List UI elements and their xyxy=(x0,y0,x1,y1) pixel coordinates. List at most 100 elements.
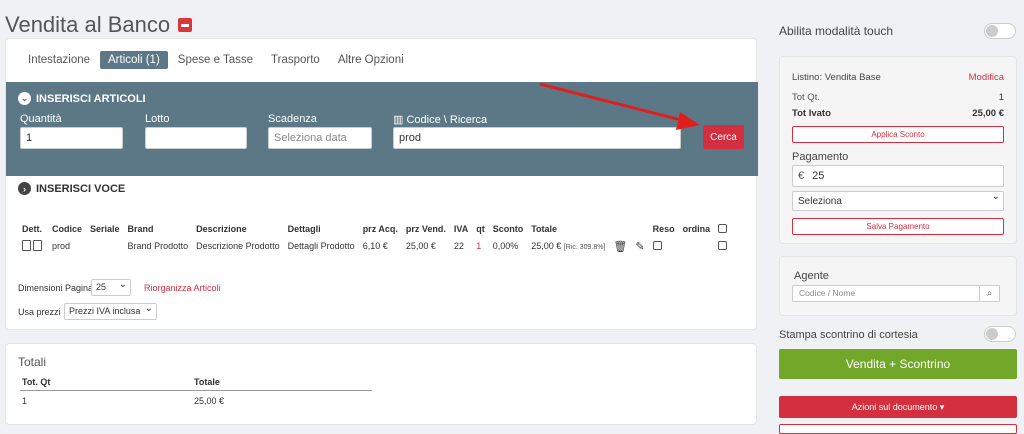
usa-prezzi-label: Usa prezzi xyxy=(18,307,61,317)
pagamento-value: 25 xyxy=(812,170,825,182)
azioni-documento-button[interactable]: Azioni sul documento ▾ xyxy=(779,396,1017,418)
pencil-cell: ✎ xyxy=(631,236,648,256)
page-title: Vendita al Banco xyxy=(5,12,193,38)
qt-cell[interactable]: 1 xyxy=(472,236,489,256)
tot-qt-header: Tot. Qt xyxy=(20,374,192,391)
pagamento-input[interactable]: € 25 xyxy=(792,165,1004,187)
inserisci-articoli-section: ⌄ INSERISCI ARTICOLI Quantità 1 Lotto Sc… xyxy=(6,82,758,176)
prz-acq-cell: 6,10 € xyxy=(362,241,388,251)
inserisci-articoli-header[interactable]: ⌄ INSERISCI ARTICOLI xyxy=(18,92,146,105)
listino-panel: Listino: Vendita Base Modifica Tot Qt. 1… xyxy=(779,56,1017,244)
col-dettagli: Dettagli xyxy=(287,224,321,234)
vendita-scontrino-button[interactable]: Vendita + Scontrino xyxy=(779,349,1017,379)
col-reso: Reso xyxy=(652,224,675,234)
col-qt: qt xyxy=(476,224,485,234)
select-all-checkbox[interactable] xyxy=(718,223,728,233)
tab-spese-tasse[interactable]: Spese e Tasse xyxy=(170,51,261,69)
col-blank-2 xyxy=(631,222,648,236)
search-button[interactable]: ⌕ xyxy=(980,285,1000,302)
salva-pagamento-button[interactable]: Salva Pagamento xyxy=(792,218,1004,235)
ricarico-value: [Ric. 309.8%] xyxy=(563,244,606,251)
tot-ivato-label: Tot Ivato xyxy=(792,108,831,119)
inserisci-voce-header[interactable]: › INSERISCI VOCE xyxy=(18,182,125,195)
totale-header: Totale xyxy=(192,374,372,391)
chevron-down-icon: ⌄ xyxy=(18,92,31,105)
chevron-right-icon: › xyxy=(18,182,31,195)
col-select-all xyxy=(714,222,731,236)
totali-header-row: Tot. Qt Totale xyxy=(20,374,372,391)
scadenza-input[interactable]: Seleziona data xyxy=(268,127,372,149)
col-totale: Totale xyxy=(531,224,558,234)
seriale-cell xyxy=(86,236,124,256)
tab-altre-opzioni[interactable]: Altre Opzioni xyxy=(330,51,412,69)
totale-value: 25,00 € xyxy=(194,396,225,407)
col-seriale: Seriale xyxy=(90,224,120,234)
cash-register-icon xyxy=(178,18,193,32)
select-cell xyxy=(714,236,731,256)
document-edit-icon[interactable] xyxy=(33,239,42,251)
codice-cell: prod xyxy=(52,241,71,251)
dettagli-cell: Dettagli Prodotto xyxy=(287,241,355,251)
table-header-row: Dett. Codice Seriale Brand Descrizione D… xyxy=(18,222,731,236)
codice-ricerca-input[interactable]: prod xyxy=(393,127,681,149)
inserisci-voce-title: INSERISCI VOCE xyxy=(36,182,126,195)
pencil-icon[interactable]: ✎ xyxy=(635,241,644,253)
tot-qt-label: Tot Qt. xyxy=(792,92,820,103)
main-panel: Intestazione Articoli (1) Spese e Tasse … xyxy=(5,38,758,330)
trash-icon[interactable]: 🗑 xyxy=(613,241,627,253)
tab-trasporto[interactable]: Trasporto xyxy=(263,51,328,69)
table-row: prod Brand Prodotto Descrizione Prodotto… xyxy=(18,236,731,256)
applica-sconto-button[interactable]: Applica Sconto xyxy=(792,126,1004,143)
stampa-cortesia-label: Stampa scontrino di cortesia xyxy=(779,329,918,341)
col-prz-vend: prz Vend. xyxy=(405,224,446,234)
tab-bar: Intestazione Articoli (1) Spese e Tasse … xyxy=(20,51,414,69)
page-title-text: Vendita al Banco xyxy=(5,12,171,37)
trash-cell: 🗑 xyxy=(609,236,631,256)
modifica-link[interactable]: Modifica xyxy=(969,72,1004,83)
riorganizza-link[interactable]: Riorganizza Articoli xyxy=(144,283,221,293)
sconto-cell: 0,00% xyxy=(492,241,519,251)
quantita-label: Quantità xyxy=(20,113,62,125)
col-descrizione: Descrizione xyxy=(196,224,247,234)
reso-cell xyxy=(649,236,679,256)
col-brand: Brand xyxy=(127,224,154,234)
cerca-button[interactable]: Cerca xyxy=(703,125,744,149)
col-dett: Dett. xyxy=(22,224,42,234)
totale-value: 25,00 € xyxy=(531,241,562,251)
search-icon: ⌕ xyxy=(986,288,993,299)
listino-label: Listino: Vendita Base xyxy=(792,72,881,83)
scadenza-label: Scadenza xyxy=(268,113,317,125)
usa-prezzi-select[interactable]: Prezzi IVA inclusa xyxy=(64,303,157,320)
codice-label-text: Codice \ Ricerca xyxy=(406,114,488,126)
dim-pagina-select[interactable]: 25 xyxy=(91,279,131,296)
tot-ivato-value: 25,00 € xyxy=(972,108,1004,119)
col-ordina: ordina xyxy=(682,224,711,234)
inserisci-articoli-title: INSERISCI ARTICOLI xyxy=(36,92,146,105)
lotto-input[interactable] xyxy=(145,127,247,149)
quantita-input[interactable]: 1 xyxy=(20,127,123,149)
col-codice: Codice xyxy=(52,224,83,234)
totali-row: 1 25,00 € xyxy=(20,390,372,412)
descrizione-cell: Descrizione Prodotto xyxy=(196,241,280,251)
lotto-label: Lotto xyxy=(145,113,170,125)
dett-cell xyxy=(18,236,48,256)
ordina-cell xyxy=(679,236,715,256)
tot-qt-value: 1 xyxy=(998,92,1004,103)
stampa-cortesia-toggle[interactable] xyxy=(984,326,1016,342)
col-sconto: Sconto xyxy=(492,224,524,234)
totali-table: Tot. Qt Totale 1 25,00 € xyxy=(20,374,372,412)
reso-checkbox[interactable] xyxy=(652,240,662,250)
agente-input[interactable]: Codice / Nome xyxy=(792,285,980,302)
pagamento-select[interactable]: Seleziona xyxy=(792,191,1004,211)
col-blank-1 xyxy=(609,222,631,236)
row-select-checkbox[interactable] xyxy=(718,240,728,250)
codice-label: ▥ Codice \ Ricerca xyxy=(393,113,487,126)
secondary-action-button[interactable] xyxy=(779,424,1017,434)
document-search-icon[interactable] xyxy=(22,239,31,251)
col-prz-acq: prz Acq. xyxy=(362,224,398,234)
touch-mode-toggle[interactable] xyxy=(984,23,1016,39)
col-iva: IVA xyxy=(453,224,469,234)
tab-articoli[interactable]: Articoli (1) xyxy=(100,51,168,69)
agente-label: Agente xyxy=(794,270,829,282)
tab-intestazione[interactable]: Intestazione xyxy=(20,51,98,69)
